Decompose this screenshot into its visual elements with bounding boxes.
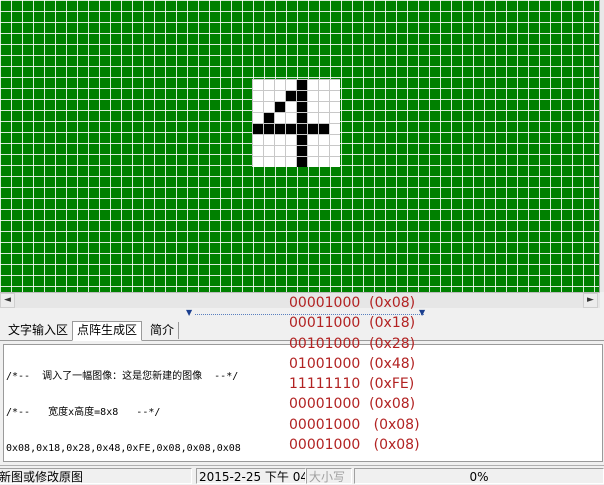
pixel-on[interactable] xyxy=(319,124,329,134)
scroll-left-button[interactable]: ◄ xyxy=(0,293,15,308)
pixel-on[interactable] xyxy=(286,91,296,101)
binary-row: 01001000 (0x48) xyxy=(289,355,416,372)
pixel-on[interactable] xyxy=(308,124,318,134)
bitmap-glyph[interactable] xyxy=(252,79,340,167)
pixel-on[interactable] xyxy=(253,124,263,134)
tab-dot-matrix[interactable]: 点阵生成区 xyxy=(72,321,143,341)
pixel-on[interactable] xyxy=(286,124,296,134)
pixel-on[interactable] xyxy=(297,102,307,112)
arrow-left-icon: ◄ xyxy=(4,295,11,305)
pixel-on[interactable] xyxy=(297,146,307,156)
pixel-on[interactable] xyxy=(297,157,307,167)
binary-row: 00001000 (0x08) xyxy=(289,396,416,413)
pixel-on[interactable] xyxy=(275,124,285,134)
binary-row: 00001000 (0x08) xyxy=(289,416,420,433)
binary-row: 00001000 (0x08) xyxy=(289,295,416,311)
binary-row: 00101000 (0x28) xyxy=(289,335,416,352)
bitmap-editor-area[interactable] xyxy=(0,0,604,292)
pixel-on[interactable] xyxy=(297,113,307,123)
status-hint: 新图或修改原图 xyxy=(0,468,192,484)
status-progress: 0% xyxy=(354,468,604,484)
pixel-on[interactable] xyxy=(264,113,274,123)
binary-row: 00011000 (0x18) xyxy=(289,315,416,332)
binary-row: 00001000 (0x08) xyxy=(289,437,420,454)
pixel-on[interactable] xyxy=(297,80,307,90)
status-caps: 大小写 xyxy=(306,468,352,484)
splitter-arrow-icon[interactable]: ▼ xyxy=(186,308,192,317)
status-bar: 新图或修改原图 2015-2-25 下午 04:5 大小写 0% xyxy=(0,465,604,485)
pixel-on[interactable] xyxy=(275,102,285,112)
pixel-on[interactable] xyxy=(297,124,307,134)
arrow-right-icon: ► xyxy=(587,295,594,305)
binary-annotation: 00001000 (0x08) 00011000 (0x18) 00101000… xyxy=(289,293,429,455)
vertical-scrollbar[interactable] xyxy=(599,0,604,292)
pixel-on[interactable] xyxy=(297,91,307,101)
pixel-on[interactable] xyxy=(297,135,307,145)
status-datetime: 2015-2-25 下午 04:5 xyxy=(196,468,306,484)
tab-text-input[interactable]: 文字输入区 xyxy=(4,322,74,339)
tab-intro[interactable]: 简介 xyxy=(146,322,180,339)
pixel-on[interactable] xyxy=(264,124,274,134)
scroll-right-button[interactable]: ► xyxy=(583,293,598,308)
binary-row: 11111110 (0xFE) xyxy=(289,376,415,393)
